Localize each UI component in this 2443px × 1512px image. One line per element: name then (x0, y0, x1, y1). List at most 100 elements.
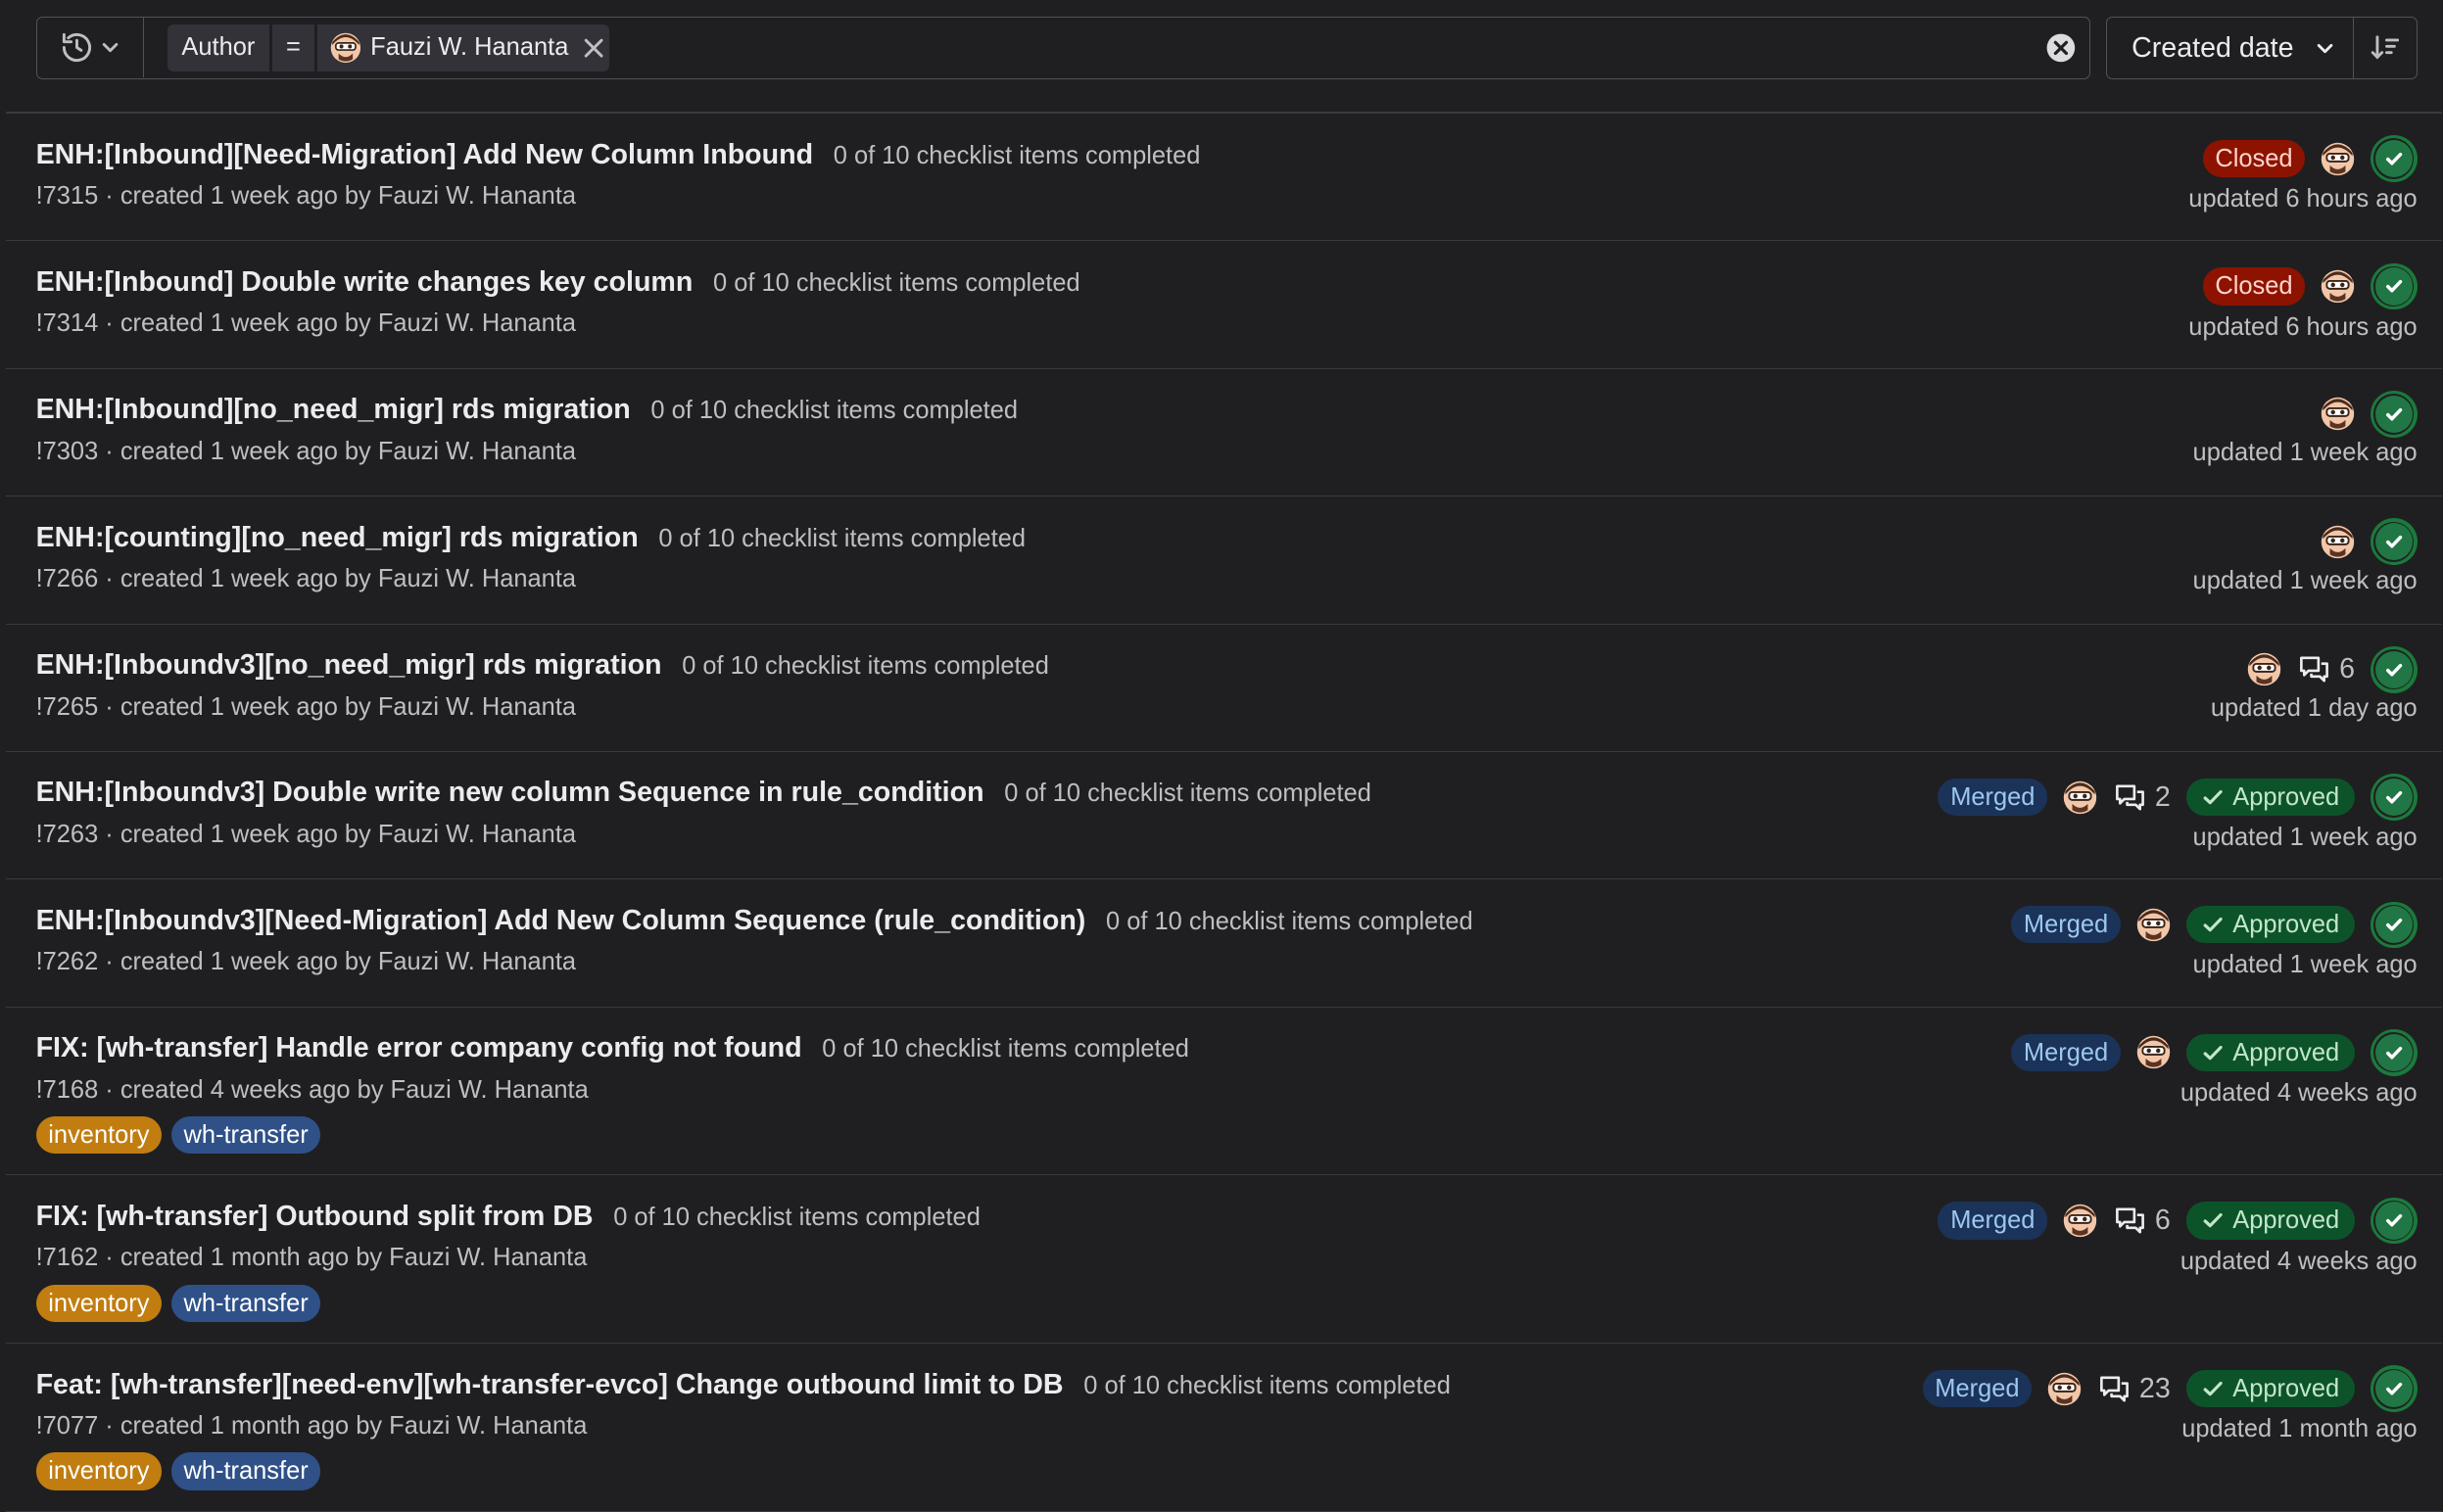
merge-request-row: ENH:[counting][no_need_migr] rds migrati… (6, 496, 2443, 625)
pipeline-status-button[interactable] (2370, 135, 2418, 182)
pipeline-status-button[interactable] (2370, 1197, 2418, 1245)
check-icon (2203, 1213, 2223, 1228)
status-badge: Merged (2011, 1033, 2121, 1071)
pipeline-status-button[interactable] (2370, 1365, 2418, 1413)
merge-request-title[interactable]: ENH:[counting][no_need_migr] rds migrati… (36, 522, 639, 554)
merge-request-title[interactable]: FIX: [wh-transfer] Outbound split from D… (36, 1201, 594, 1233)
title-line: ENH:[Inboundv3][no_need_migr] rds migrat… (36, 649, 1049, 682)
pipeline-ring (2373, 648, 2415, 690)
comments-count[interactable]: 6 (2297, 652, 2355, 686)
sort-by-dropdown[interactable]: Created date (2107, 18, 2355, 79)
merge-request-row: ENH:[Inbound][Need-Migration] Add New Co… (6, 114, 2443, 242)
merge-request-row: ENH:[Inbound][no_need_migr] rds migratio… (6, 369, 2443, 497)
merge-request-title[interactable]: ENH:[Inboundv3] Double write new column … (36, 777, 984, 809)
avatar (2063, 780, 2097, 814)
comments-icon (2100, 1376, 2129, 1402)
comments-count[interactable]: 6 (2113, 1204, 2171, 1238)
merge-request-status-area: Closed (2202, 135, 2418, 182)
label-inventory[interactable]: inventory (35, 1284, 163, 1322)
merge-request-list: ENH:[Inbound][Need-Migration] Add New Co… (6, 114, 2443, 1512)
avatar (2047, 1372, 2082, 1405)
merge-request-status-area: Merged 23 Approved (1922, 1365, 2418, 1413)
pipeline-status-button[interactable] (2370, 518, 2418, 566)
label-inventory[interactable]: inventory (35, 1115, 163, 1155)
filtered-search-box[interactable]: Author = Fauzi W. Hananta (35, 17, 2090, 80)
pipeline-core (2374, 906, 2413, 944)
comments-count[interactable]: 23 (2097, 1372, 2171, 1406)
label-list: inventory wh-transfer (35, 1115, 321, 1155)
recent-searches-dropdown[interactable] (37, 18, 144, 77)
avatar (2321, 142, 2355, 175)
comments-icon (2300, 656, 2329, 683)
pipeline-status-button[interactable] (2370, 262, 2418, 310)
status-badge: Merged (1938, 778, 2048, 817)
filter-token-author[interactable]: Author = Fauzi W. Hananta (168, 24, 609, 71)
merge-request-meta: !7162 · created 1 month ago by Fauzi W. … (35, 1244, 588, 1272)
remove-token-button[interactable] (578, 32, 609, 64)
merge-request-row: FIX: [wh-transfer] Handle error company … (6, 1008, 2443, 1176)
merge-request-meta: !7314 · created 1 week ago by Fauzi W. H… (35, 309, 577, 338)
filter-token-value-wrap: Fauzi W. Hananta (317, 24, 578, 71)
title-line: ENH:[Inbound][Need-Migration] Add New Co… (36, 139, 1201, 171)
pipeline-passed-icon (2385, 663, 2402, 676)
merge-request-status-area (2321, 391, 2418, 438)
clear-search-button[interactable] (2045, 32, 2077, 64)
chevron-down-icon (2317, 43, 2333, 53)
label-wh-transfer[interactable]: wh-transfer (170, 1452, 321, 1490)
pipeline-passed-icon (2385, 919, 2402, 931)
pipeline-passed-icon (2385, 152, 2402, 165)
merge-request-row: FIX: [wh-transfer] Outbound split from D… (6, 1175, 2443, 1345)
status-badge: Closed (2202, 140, 2306, 178)
clear-icon (2046, 33, 2076, 62)
avatar (2136, 908, 2170, 942)
comments-icon (2115, 1207, 2144, 1234)
comments-count[interactable]: 2 (2113, 780, 2171, 815)
merge-request-meta: !7168 · created 4 weeks ago by Fauzi W. … (35, 1075, 589, 1104)
merge-request-meta: !7303 · created 1 week ago by Fauzi W. H… (35, 437, 577, 465)
checklist-status: 0 of 10 checklist items completed (1004, 780, 1371, 808)
history-icon (63, 33, 92, 63)
pipeline-status-button[interactable] (2370, 774, 2418, 821)
pipeline-core (2374, 778, 2413, 817)
filter-token-operator: = (268, 24, 318, 71)
pipeline-core (2374, 140, 2413, 178)
pipeline-status-button[interactable] (2370, 1028, 2418, 1076)
merge-request-meta: !7077 · created 1 month ago by Fauzi W. … (35, 1412, 588, 1441)
label-inventory[interactable]: inventory (35, 1452, 163, 1490)
updated-time: updated 1 day ago (2210, 694, 2418, 723)
pipeline-core (2374, 1370, 2413, 1408)
avatar (2063, 1204, 2097, 1238)
merge-request-title[interactable]: FIX: [wh-transfer] Handle error company … (36, 1032, 802, 1064)
pipeline-ring (2373, 1368, 2415, 1409)
sort-by-label: Created date (2132, 31, 2294, 64)
label-wh-transfer[interactable]: wh-transfer (170, 1115, 321, 1155)
pipeline-ring (2373, 904, 2415, 946)
pipeline-ring (2373, 1032, 2415, 1073)
approved-label: Approved (2232, 1038, 2340, 1066)
sort-direction-button[interactable] (2354, 18, 2417, 78)
filter-bar: Author = Fauzi W. Hananta Created date (0, 0, 2442, 97)
merge-request-title[interactable]: ENH:[Inbound] Double write changes key c… (36, 266, 694, 299)
merge-request-title[interactable]: ENH:[Inbound][Need-Migration] Add New Co… (36, 139, 814, 171)
status-badge: Merged (2011, 906, 2121, 944)
label-wh-transfer[interactable]: wh-transfer (170, 1284, 321, 1322)
merge-request-title[interactable]: ENH:[Inboundv3][no_need_migr] rds migrat… (36, 649, 662, 682)
avatar (330, 32, 360, 63)
merge-request-title[interactable]: Feat: [wh-transfer][need-env][wh-transfe… (36, 1369, 1064, 1401)
merge-request-meta: !7266 · created 1 week ago by Fauzi W. H… (35, 565, 577, 593)
merge-request-title[interactable]: ENH:[Inboundv3][Need-Migration] Add New … (36, 905, 1086, 937)
pipeline-status-button[interactable] (2370, 901, 2418, 949)
pipeline-status-button[interactable] (2370, 645, 2418, 693)
comments-number: 23 (2138, 1372, 2171, 1404)
merge-request-title[interactable]: ENH:[Inbound][no_need_migr] rds migratio… (36, 394, 631, 426)
merge-request-status-area: Closed (2202, 262, 2418, 310)
updated-time: updated 1 week ago (2192, 824, 2418, 852)
checklist-status: 0 of 10 checklist items completed (1083, 1371, 1451, 1399)
comments-number: 2 (2154, 780, 2171, 813)
updated-time: updated 1 week ago (2192, 951, 2418, 979)
pipeline-core (2374, 1202, 2413, 1240)
pipeline-status-button[interactable] (2370, 391, 2418, 438)
merge-request-meta: !7262 · created 1 week ago by Fauzi W. H… (35, 948, 577, 976)
check-icon (2203, 1382, 2223, 1396)
check-icon (2203, 1045, 2223, 1060)
